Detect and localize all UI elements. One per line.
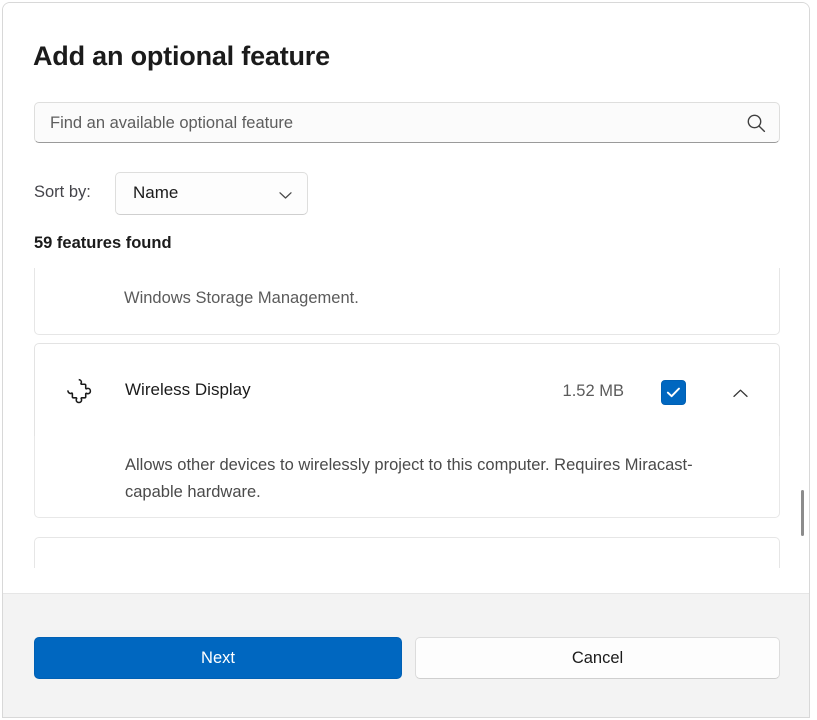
list-scrollbar[interactable]	[797, 268, 809, 568]
list-item[interactable]: Windows Storage Management.	[34, 268, 780, 335]
chevron-up-icon[interactable]	[732, 387, 749, 399]
feature-list: Windows Storage Management. Wireless Dis…	[34, 268, 780, 568]
list-item[interactable]	[34, 537, 780, 568]
add-optional-feature-dialog: Add an optional feature Sort by: Name 59…	[2, 2, 810, 718]
feature-description-panel: Allows other devices to wirelessly proje…	[34, 436, 780, 518]
chevron-down-icon	[278, 188, 293, 200]
feature-row-wireless-display[interactable]: Wireless Display 1.52 MB	[34, 343, 780, 437]
puzzle-piece-icon	[65, 376, 95, 406]
results-count: 59 features found	[34, 234, 172, 252]
page-title: Add an optional feature	[33, 41, 330, 71]
search-box[interactable]	[34, 102, 780, 144]
feature-description: Allows other devices to wirelessly proje…	[125, 456, 693, 501]
dialog-content: Add an optional feature Sort by: Name 59…	[3, 3, 809, 593]
cancel-button[interactable]: Cancel	[415, 637, 780, 679]
sort-by-label: Sort by:	[34, 183, 91, 201]
scrollbar-thumb[interactable]	[801, 490, 804, 536]
sort-by-value: Name	[133, 183, 179, 202]
search-input[interactable]	[48, 103, 742, 144]
dialog-footer: Next Cancel	[3, 593, 809, 717]
next-button[interactable]: Next	[34, 637, 402, 679]
sort-by-dropdown[interactable]: Name	[115, 172, 308, 215]
checkmark-icon	[666, 386, 681, 399]
feature-checkbox[interactable]	[661, 380, 686, 405]
feature-size: 1.52 MB	[562, 382, 624, 400]
feature-description: Windows Storage Management.	[124, 289, 359, 307]
feature-name: Wireless Display	[125, 380, 251, 399]
search-icon[interactable]	[745, 112, 767, 134]
